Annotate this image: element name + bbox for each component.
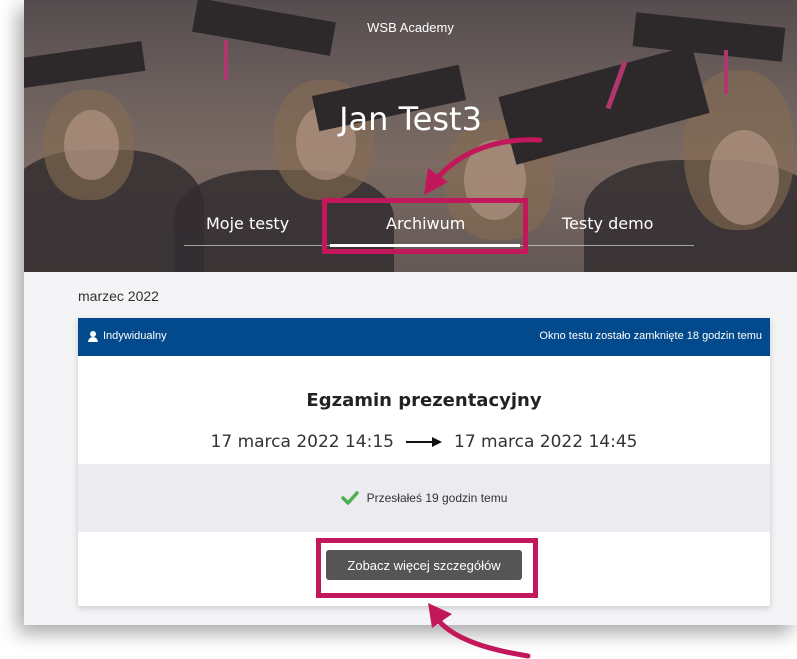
exam-title: Egzamin prezentacyjny <box>306 390 542 411</box>
active-tab-indicator <box>330 244 520 247</box>
app-window: WSB Academy Jan Test3 Moje testy Archiwu… <box>24 0 797 625</box>
exam-time-range: 17 marca 2022 14:15 17 marca 2022 14:45 <box>78 432 770 452</box>
tab-demo-tests[interactable]: Testy demo <box>562 214 653 233</box>
exam-card: Indywidualny Okno testu zostało zamknięt… <box>78 318 770 606</box>
card-header: Indywidualny Okno testu zostało zamknięt… <box>78 318 770 356</box>
arrow-right-icon <box>406 437 442 447</box>
submission-status: Przesłałeś 19 godzin temu <box>78 464 770 532</box>
hero-banner: WSB Academy Jan Test3 Moje testy Archiwu… <box>24 0 797 272</box>
view-details-button[interactable]: Zobacz więcej szczegółów <box>326 550 522 580</box>
user-name-heading: Jan Test3 <box>339 100 482 138</box>
month-heading: marzec 2022 <box>78 288 159 304</box>
tab-archive[interactable]: Archiwum <box>386 214 465 233</box>
site-title: WSB Academy <box>367 20 454 35</box>
window-status-text: Okno testu zostało zamknięte 18 godzin t… <box>539 330 762 342</box>
check-icon <box>340 491 359 505</box>
exam-type-label: Indywidualny <box>103 330 167 342</box>
tab-my-tests[interactable]: Moje testy <box>206 214 289 233</box>
exam-start-time: 17 marca 2022 14:15 <box>210 432 394 452</box>
submission-status-text: Przesłałeś 19 godzin temu <box>366 491 508 505</box>
exam-end-time: 17 marca 2022 14:45 <box>454 432 638 452</box>
person-icon <box>88 330 98 342</box>
